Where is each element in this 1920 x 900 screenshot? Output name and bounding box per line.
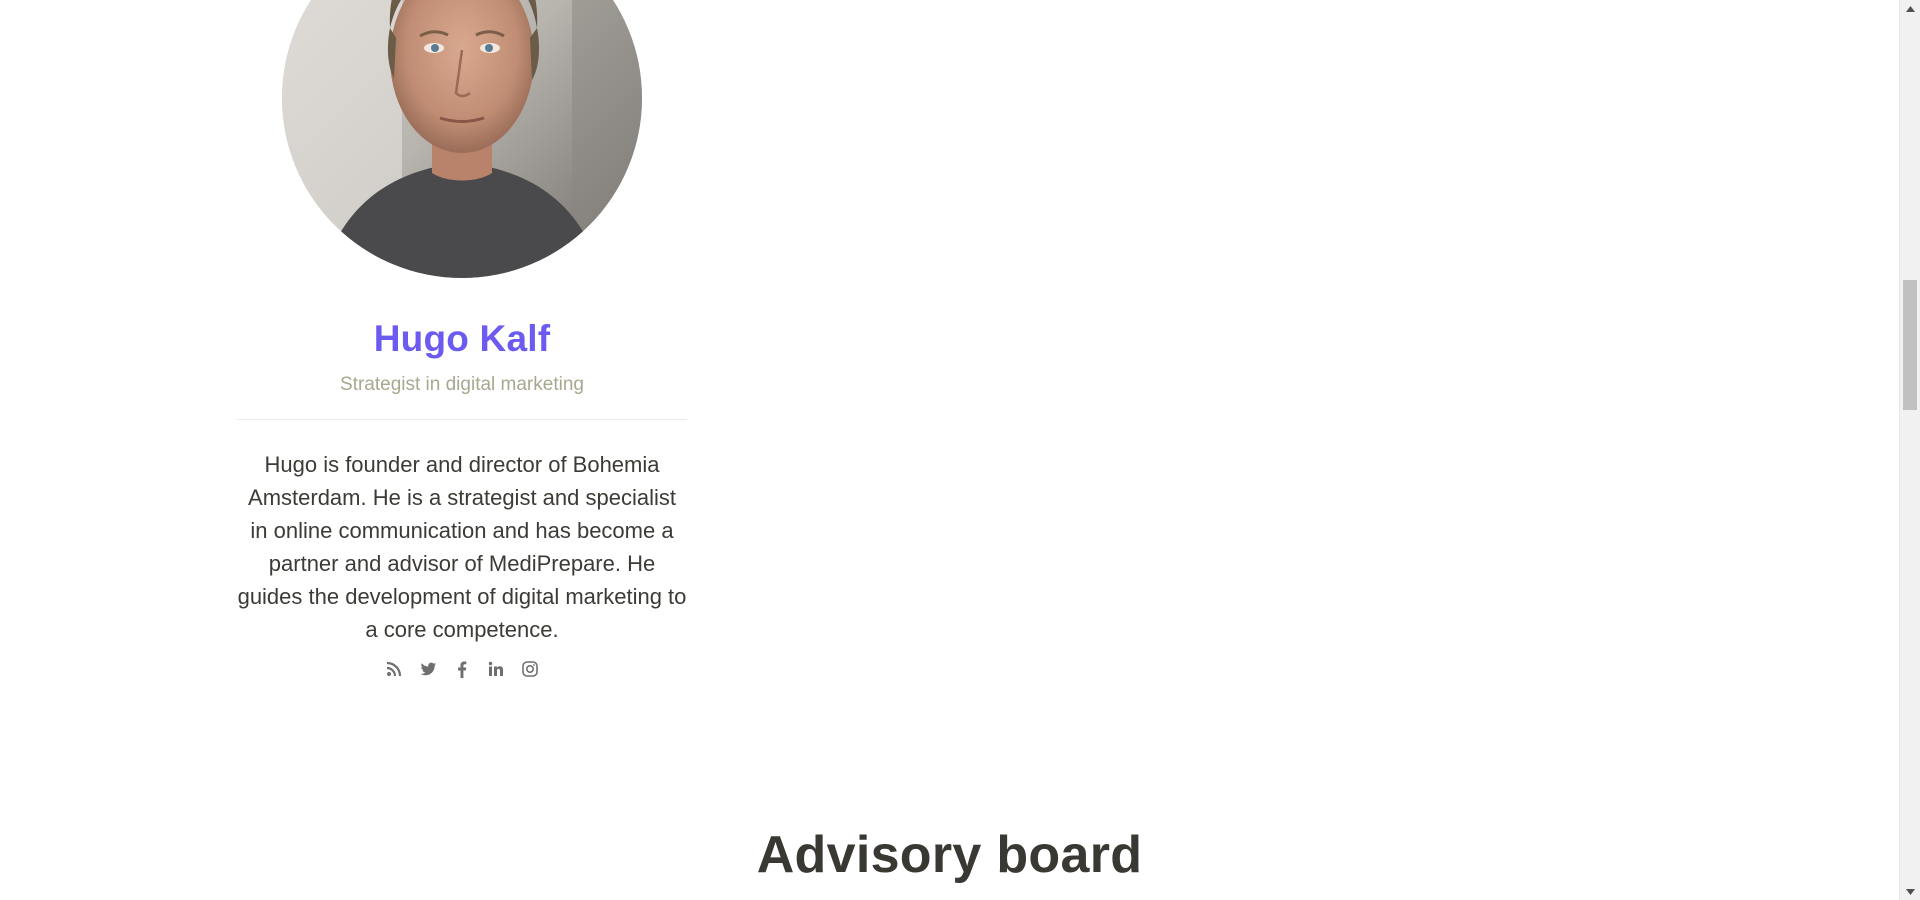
social-links — [237, 659, 687, 679]
rss-icon[interactable] — [384, 659, 404, 679]
member-bio: Hugo is founder and director of Bohemia … — [237, 452, 687, 642]
scroll-up-arrow-icon[interactable] — [1900, 0, 1920, 17]
vertical-scrollbar[interactable] — [1899, 0, 1920, 900]
avatar — [282, 0, 642, 278]
instagram-icon[interactable] — [520, 659, 540, 679]
member-role: Strategist in digital marketing — [340, 374, 584, 395]
page: Hugo Kalf Strategist in digital marketin… — [0, 0, 1920, 900]
divider — [237, 419, 687, 420]
portrait-photo — [282, 0, 642, 278]
scroll-down-arrow-icon[interactable] — [1900, 883, 1920, 900]
linkedin-icon[interactable] — [486, 659, 506, 679]
facebook-icon[interactable] — [452, 659, 472, 679]
advisory-board-heading: Advisory board — [756, 826, 1143, 884]
member-name[interactable]: Hugo Kalf — [237, 318, 687, 360]
twitter-icon[interactable] — [418, 659, 438, 679]
scrollbar-thumb[interactable] — [1903, 280, 1917, 410]
